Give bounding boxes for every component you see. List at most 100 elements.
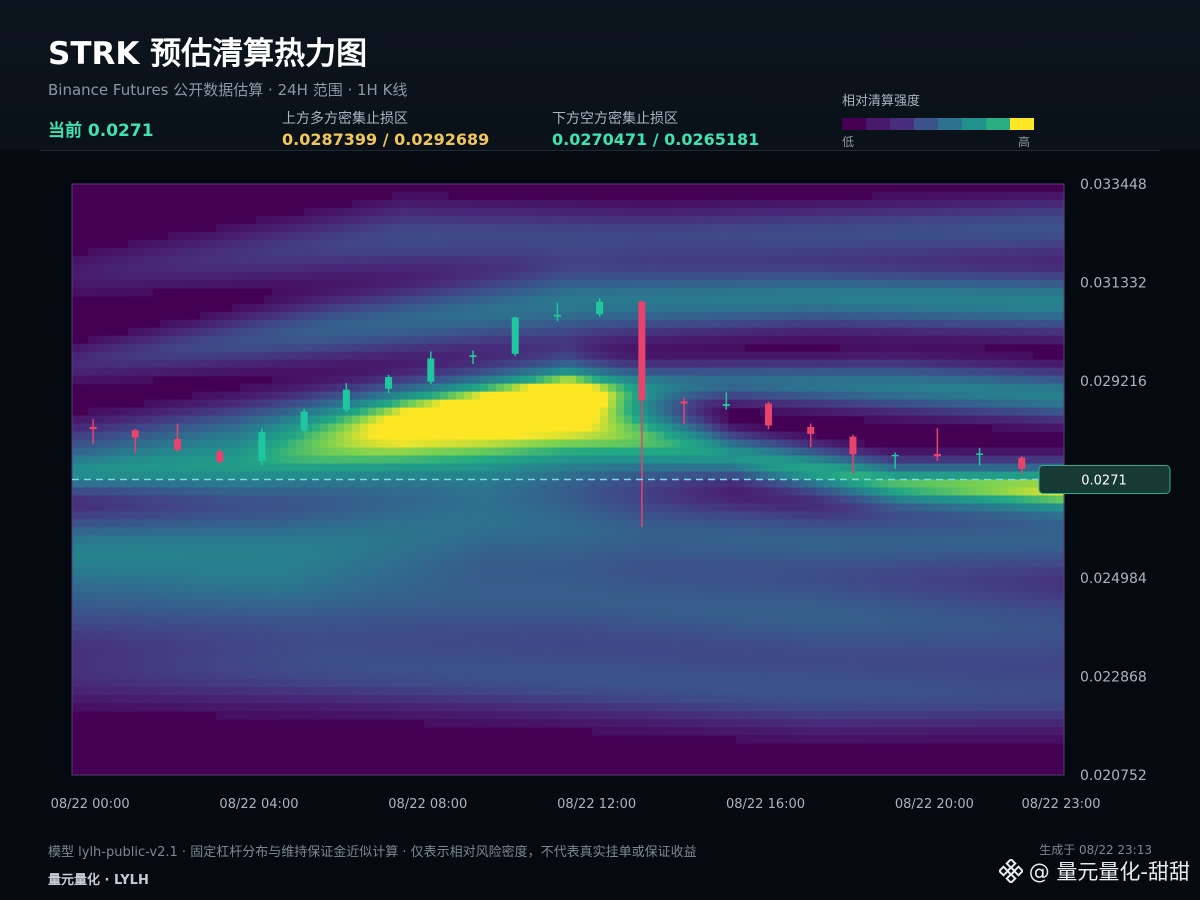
heatmap-cell xyxy=(344,631,353,640)
heatmap-cell xyxy=(136,287,145,297)
heatmap-cell xyxy=(504,295,513,305)
heatmap-cell xyxy=(456,455,465,465)
heatmap-cell xyxy=(184,639,193,648)
heatmap-cell xyxy=(104,679,113,688)
heatmap-cell xyxy=(544,255,553,265)
heatmap-cell xyxy=(416,559,425,568)
heatmap-cell xyxy=(664,439,673,449)
heatmap-cell xyxy=(496,463,505,473)
heatmap-cell xyxy=(336,431,345,441)
heatmap-cell xyxy=(672,719,681,728)
heatmap-cell xyxy=(320,367,329,377)
heatmap-cell xyxy=(696,519,705,529)
heatmap-cell xyxy=(480,399,489,409)
heatmap-cell xyxy=(216,679,225,688)
heatmap-cell xyxy=(112,567,121,576)
heatmap-cell xyxy=(104,503,113,513)
heatmap-cell xyxy=(312,615,321,624)
heatmap-cell xyxy=(384,679,393,688)
heatmap-cell xyxy=(88,695,97,704)
upper-zone-label: 上方多方密集止损区 xyxy=(282,111,408,127)
heatmap-cell xyxy=(520,671,529,680)
heatmap-cell xyxy=(512,399,521,409)
heatmap-cell xyxy=(696,583,705,592)
heatmap-cell xyxy=(368,287,377,297)
heatmap-cell xyxy=(200,231,209,241)
heatmap-cell xyxy=(544,583,553,592)
heatmap-cell xyxy=(400,447,409,457)
heatmap-cell xyxy=(200,271,209,281)
heatmap-cell xyxy=(520,359,529,369)
heatmap-cell xyxy=(312,607,321,616)
heatmap-cell xyxy=(528,615,537,624)
heatmap-cell xyxy=(408,215,417,225)
heatmap-cell xyxy=(272,631,281,640)
heatmap-cell xyxy=(504,535,513,544)
heatmap-cell xyxy=(664,591,673,600)
heatmap-cell xyxy=(400,559,409,568)
heatmap-cell xyxy=(560,487,569,497)
heatmap-cell xyxy=(168,519,177,529)
heatmap-cell xyxy=(352,655,361,664)
heatmap-cell xyxy=(472,311,481,321)
heatmap-cell xyxy=(704,703,713,712)
heatmap-cell xyxy=(112,575,121,584)
heatmap-cell xyxy=(192,327,201,337)
heatmap-cell xyxy=(280,647,289,656)
heatmap-cell xyxy=(384,239,393,249)
heatmap-cell xyxy=(592,463,601,473)
heatmap-cell xyxy=(432,239,441,249)
heatmap-cell xyxy=(576,231,585,241)
heatmap-cell xyxy=(328,455,337,465)
heatmap-cell xyxy=(144,455,153,465)
heatmap-cell xyxy=(136,455,145,465)
heatmap-cell xyxy=(608,215,617,225)
heatmap-cell xyxy=(544,335,553,345)
heatmap-cell xyxy=(488,359,497,369)
heatmap-cell xyxy=(168,263,177,273)
heatmap-cell xyxy=(592,511,601,521)
heatmap-cell xyxy=(656,599,665,608)
heatmap-cell xyxy=(216,439,225,449)
heatmap-cell xyxy=(312,455,321,465)
heatmap-cell xyxy=(552,639,561,648)
heatmap-cell xyxy=(304,295,313,305)
heatmap-cell xyxy=(304,303,313,313)
heatmap-cell xyxy=(136,263,145,273)
heatmap-cell xyxy=(544,527,553,537)
heatmap-cell xyxy=(448,479,457,489)
heatmap-cell xyxy=(480,271,489,281)
heatmap-cell xyxy=(200,247,209,257)
heatmap-cell xyxy=(216,511,225,521)
heatmap-cell xyxy=(320,375,329,385)
heatmap-cell xyxy=(504,431,513,441)
heatmap-cell xyxy=(184,687,193,696)
heatmap-cell xyxy=(496,399,505,409)
heatmap-cell xyxy=(400,423,409,433)
heatmap-cell xyxy=(288,423,297,433)
heatmap-cell xyxy=(608,463,617,473)
heatmap-cell xyxy=(352,287,361,297)
heatmap-cell xyxy=(312,487,321,497)
heatmap-cell xyxy=(176,487,185,497)
heatmap-cell xyxy=(296,655,305,664)
heatmap-cell xyxy=(112,663,121,672)
heatmap-cell xyxy=(704,415,713,425)
heatmap-cell xyxy=(72,263,81,273)
heatmap-cell xyxy=(584,431,593,441)
heatmap-cell xyxy=(256,591,265,600)
heatmap-cell xyxy=(472,295,481,305)
heatmap-cell xyxy=(592,439,601,449)
heatmap-cell xyxy=(128,415,137,425)
heatmap-cell xyxy=(496,367,505,377)
heatmap-cell xyxy=(400,639,409,648)
heatmap-cell xyxy=(312,559,321,568)
heatmap-cell xyxy=(608,351,617,361)
heatmap-cell xyxy=(216,687,225,696)
heatmap-cell xyxy=(128,519,137,529)
heatmap-cell xyxy=(464,711,473,720)
heatmap-cell xyxy=(216,703,225,712)
heatmap-cell xyxy=(520,279,529,289)
heatmap-cell xyxy=(304,551,313,560)
heatmap-cell xyxy=(392,407,401,417)
